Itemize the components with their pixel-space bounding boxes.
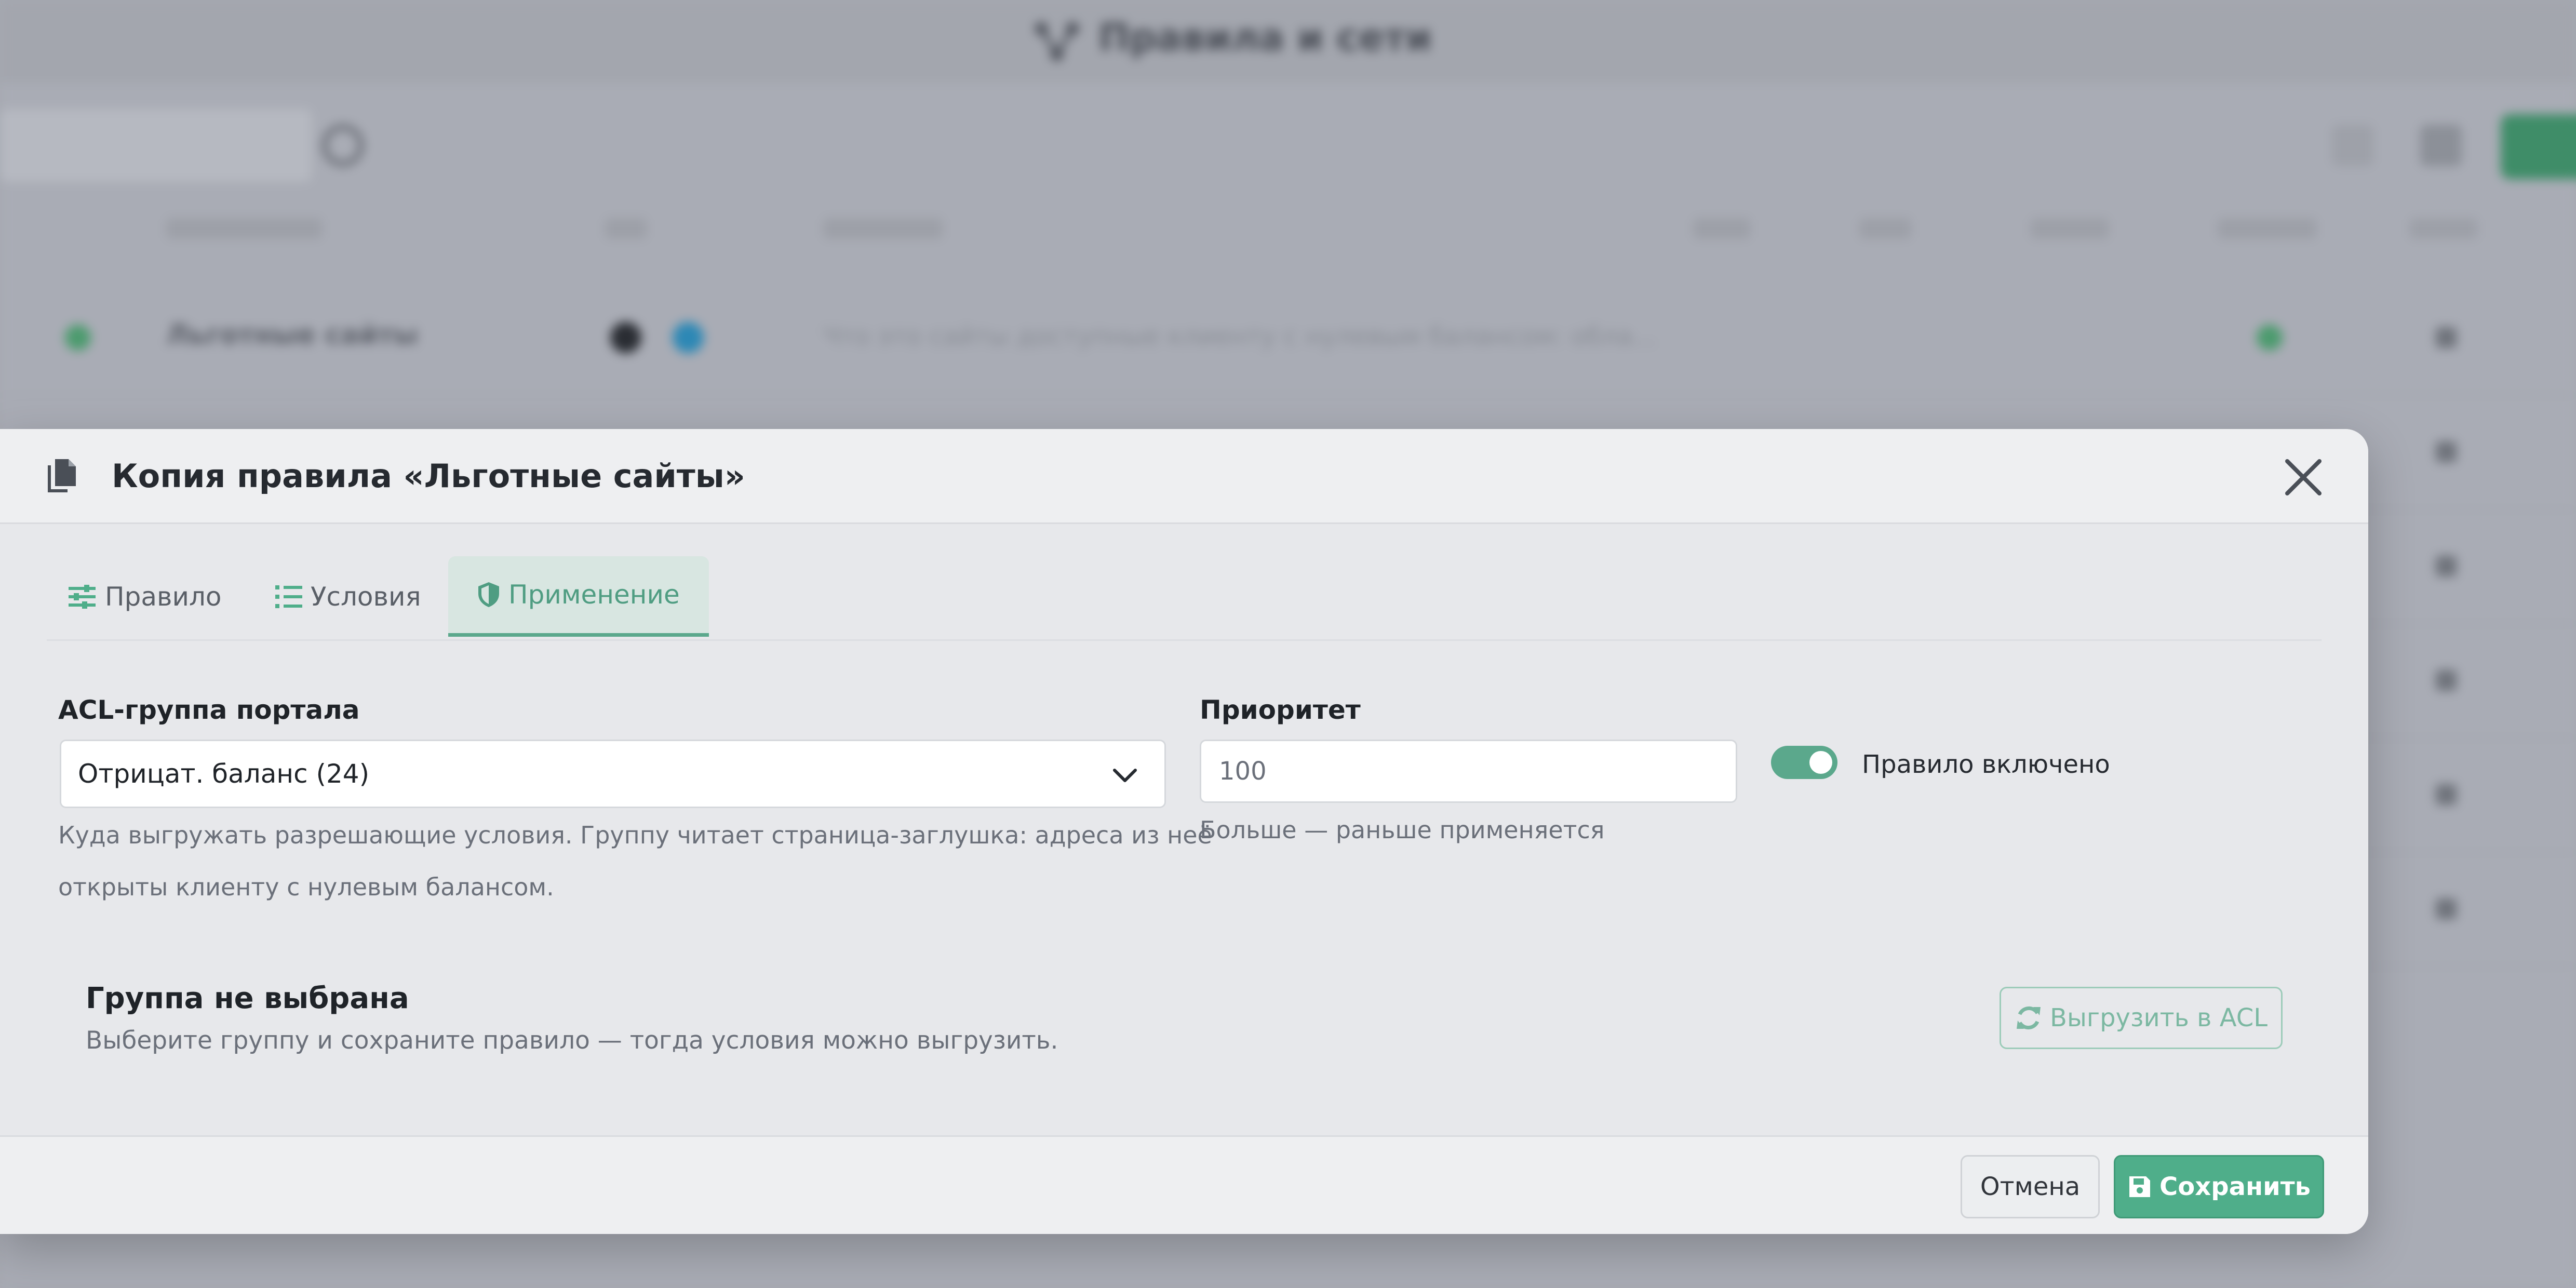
priority-help: Больше — раньше применяется <box>1200 816 1605 844</box>
priority-label: Приоритет <box>1200 695 1361 725</box>
bg-page-title: Правила и сети <box>1098 16 1432 59</box>
dialog-header: Копия правила «Льготные сайты» <box>0 429 2368 524</box>
dialog-footer: Отмена Сохранить <box>0 1135 2368 1234</box>
acl-help-line1: Куда выгружать разрешающие условия. Груп… <box>58 821 1212 849</box>
bg-col-header <box>2218 218 2316 239</box>
bg-table-row: Льготные сайты Что это сайты доступные к… <box>0 280 2576 396</box>
save-button[interactable]: Сохранить <box>2114 1155 2324 1218</box>
bg-col-header <box>166 218 322 239</box>
refresh-icon <box>2017 1006 2041 1030</box>
bg-flag-icon <box>673 322 704 353</box>
tab-rule[interactable]: Правило <box>68 556 222 637</box>
copy-icon <box>48 459 76 492</box>
acl-help-line2: открыты клиенту с нулевым балансом. <box>58 873 554 901</box>
bg-col-header <box>2410 218 2477 239</box>
acl-group-selected: Отрицат. баланс (24) <box>78 759 370 789</box>
delete-icon <box>2436 670 2457 691</box>
rule-enabled-label: Правило включено <box>1862 750 2110 779</box>
tab-bar: Правило Условия Применение <box>47 556 2322 641</box>
acl-group-select[interactable]: Отрицат. баланс (24) <box>60 740 1166 808</box>
tab-rule-label: Правило <box>105 581 222 612</box>
bg-col-header <box>605 218 647 239</box>
empty-state-title: Группа не выбрана <box>86 982 409 1015</box>
bg-flag-icon <box>610 322 641 353</box>
search-icon <box>322 125 364 166</box>
list-icon <box>275 585 302 608</box>
empty-state-description: Выберите группу и сохраните правило — то… <box>86 1026 1058 1055</box>
bg-col-header <box>1693 218 1750 239</box>
status-dot <box>65 325 91 351</box>
tab-apply-label: Применение <box>508 580 680 610</box>
bg-row-name: Льготные сайты <box>166 319 418 351</box>
chevron-down-icon <box>1113 769 1137 782</box>
network-icon <box>1035 22 1079 61</box>
tab-conditions-label: Условия <box>311 581 421 612</box>
tab-apply[interactable]: Применение <box>448 556 709 637</box>
tab-conditions[interactable]: Условия <box>275 556 421 637</box>
copy-rule-dialog: Копия правила «Льготные сайты» Правило У… <box>0 429 2368 1234</box>
bg-add-button <box>2501 114 2576 179</box>
status-dot <box>2257 325 2283 351</box>
save-icon <box>2129 1176 2151 1197</box>
sliders-icon <box>69 584 96 609</box>
save-label: Сохранить <box>2159 1172 2311 1201</box>
shield-icon <box>478 582 499 607</box>
priority-input[interactable] <box>1200 740 1737 803</box>
settings-icon <box>2420 125 2462 166</box>
toggle-knob <box>1809 751 1832 774</box>
delete-icon <box>2436 556 2457 576</box>
delete-icon <box>2436 327 2457 348</box>
dialog-title: Копия правила «Льготные сайты» <box>112 457 745 495</box>
rule-enabled-toggle[interactable] <box>1771 746 1837 779</box>
cancel-button[interactable]: Отмена <box>1961 1155 2100 1218</box>
export-acl-label: Выгрузить в ACL <box>2050 1003 2268 1032</box>
bg-col-header <box>823 218 943 239</box>
acl-group-label: ACL-группа портала <box>58 695 360 725</box>
close-icon[interactable] <box>2280 454 2327 501</box>
delete-icon <box>2436 441 2457 462</box>
bg-col-header <box>2031 218 2109 239</box>
export-acl-button[interactable]: Выгрузить в ACL <box>2000 987 2283 1049</box>
bg-row-desc: Что это сайты доступные клиенту с нулевы… <box>823 322 1657 351</box>
edit-icon <box>2332 125 2373 166</box>
delete-icon <box>2436 898 2457 919</box>
bg-col-header <box>1859 218 1911 239</box>
bg-search-input <box>0 109 312 182</box>
delete-icon <box>2436 784 2457 805</box>
